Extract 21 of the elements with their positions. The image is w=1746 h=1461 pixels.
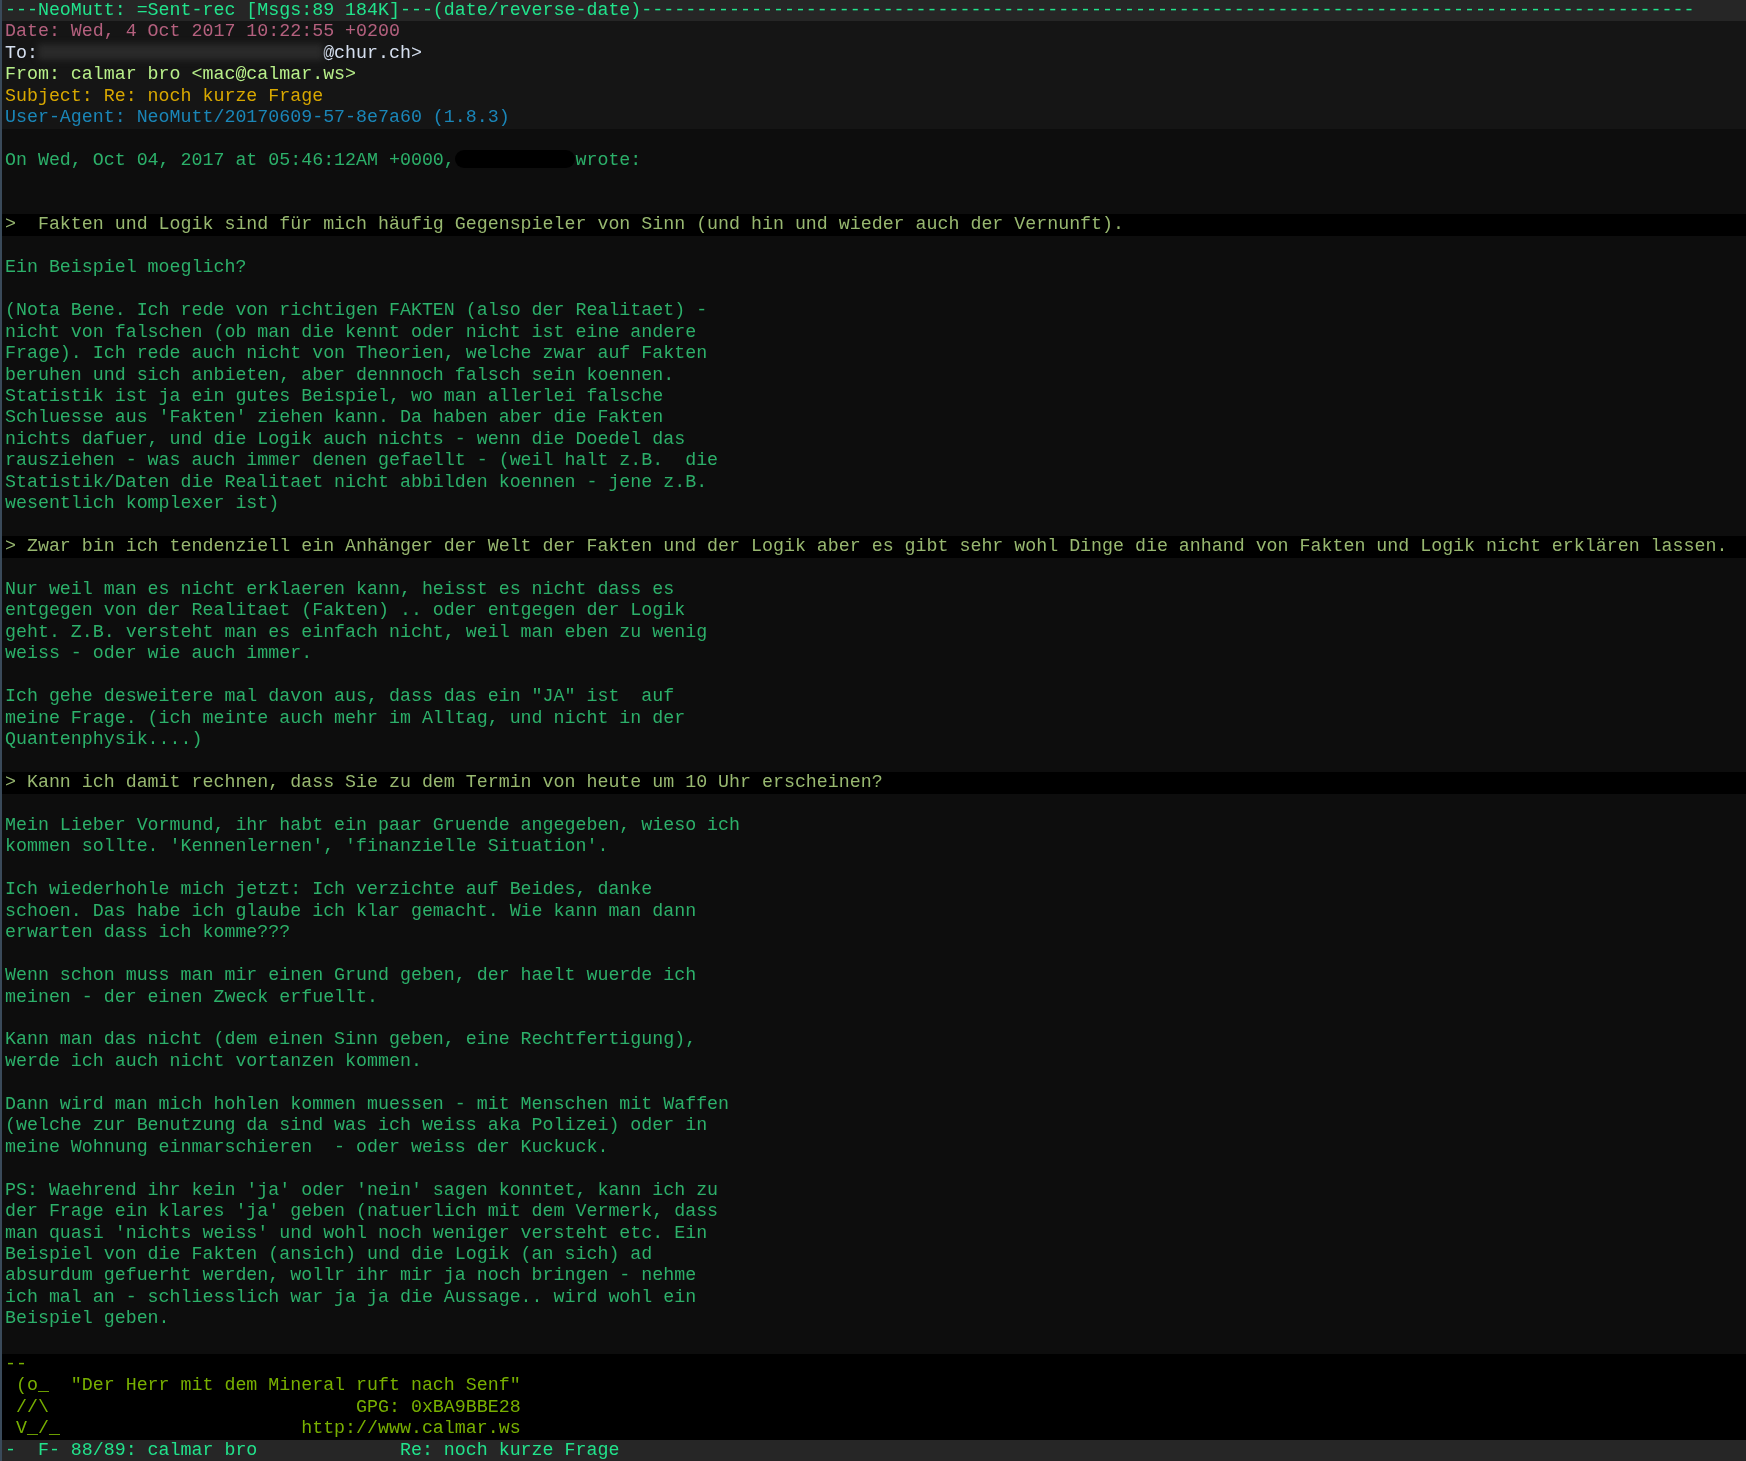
- message-paragraph: Ein Beispiel moeglich?: [4, 257, 248, 279]
- message-paragraph: PS: Waehrend ihr kein 'ja' oder 'nein' sagen konntet, kann ich zu der Frage ein klares 'ja' geben (natuerlich mit dem Vermerk, dass man quasi 'nichts weiss' und wohl noch weniger versteht etc. Ein Beispiel von die Fakten (ansich) und die Logik (an sich) ad absurdum gefuerht werden, wollr ihr mir ja noch bringen - nehme ich mal an - schliesslich war ja ja die Aussage.. wird wohl ein Beispiel geben.: [4, 1179, 720, 1330]
- message-paragraph: Mein Lieber Vormund, ihr habt ein paar Gruende angegeben, wieso ich kommen sollte. 'Kennenlernen', 'finanzielle Situation'.: [4, 814, 742, 858]
- attribution-text: wrote:: [575, 150, 642, 171]
- message-paragraph: (Nota Bene. Ich rede von richtigen FAKTEN (also der Realitaet) - nicht von falschen (ob man die kennt oder nicht ist eine andere Frage). Ich rede auch nicht von Theorien, welche zwar auf Fakten beruhen und sich anbieten, aber dennnoch falsch sein koennen. Statistik ist ja ein gutes Beispiel, wo man allerlei falsche Schluesse aus 'Fakten' ziehen kann. Da haben aber die Fakten nichts dafuer, und die Logik auch nichts - wenn die Doedel das rausziehen - was auch immer denen gefaellt - (weil halt z.B. die Statistik/Daten die Realitaet nicht abbilden koennen - jene z.B. wesentlich komplexer ist): [4, 300, 720, 515]
- date-header: Date: Wed, 4 Oct 2017 10:22:55 +0200: [5, 21, 400, 42]
- attribution-text: On Wed, Oct 04, 2017 at 05:46:12AM +0000,: [5, 150, 455, 171]
- message-paragraph: Ich gehe desweitere mal davon aus, dass das ein "JA" ist auf meine Frage. (ich meinte auch mehr im Alltag, und nicht in der Quantenphysik....): [4, 686, 687, 751]
- message-paragraph: Dann wird man mich hohlen kommen muessen - mit Menschen mit Waffen (welche zur Benutzung da sind was ich weiss aka Polizei) oder in meine Wohnung einmarschieren - oder weiss der Kuckuck.: [4, 1093, 731, 1159]
- subject-header: Subject: Re: noch kurze Frage: [5, 85, 324, 106]
- message-paragraph: Ich wiederhohle mich jetzt: Ich verzichte auf Beides, danke schoen. Das habe ich glaube ich klar gemacht. Wie kann man dann erwarten dass ich komme???: [4, 879, 698, 944]
- index-status-bar: - F- 88/89: calmar bro Re: noch kurze Frage: [2, 1439, 1746, 1461]
- from-header: From: calmar bro <mac@calmar.ws>: [5, 64, 357, 85]
- message-paragraph: Wenn schon muss man mir einen Grund geben, der haelt wuerde ich meinen - der einen Zweck erfuellt.: [4, 965, 698, 1008]
- message-paragraph: Nur weil man es nicht erklaeren kann, heisst es nicht dass es entgegen von der Realitaet (Fakten) .. oder entgegen der Logik geht. Z.B. versteht man es einfach nicht, weil man eben zu wenig weiss - oder wie auch immer.: [4, 579, 709, 665]
- recipient-domain: @chur.ch>: [323, 42, 422, 63]
- user-agent-header: User-Agent: NeoMutt/20170609-57-8e7a60 (1.8.3): [5, 107, 510, 128]
- status-bar: ---NeoMutt: =Sent-rec [Msgs:89 184K]---(date/reverse-date)------------------------------------------------------------------------------------------------: [2, 0, 1746, 22]
- message-paragraph: Kann man das nicht (dem einen Sinn geben, eine Rechtfertigung), werde ich auch nicht vortanzen kommen.: [4, 1029, 698, 1073]
- to-label: To:: [5, 42, 38, 63]
- signature-block: -- (o_ "Der Herr mit dem Mineral ruft nach Senf" //\ GPG: 0xBA9BBE28 V_/_ http://www.calmar.ws: [2, 1353, 1746, 1440]
